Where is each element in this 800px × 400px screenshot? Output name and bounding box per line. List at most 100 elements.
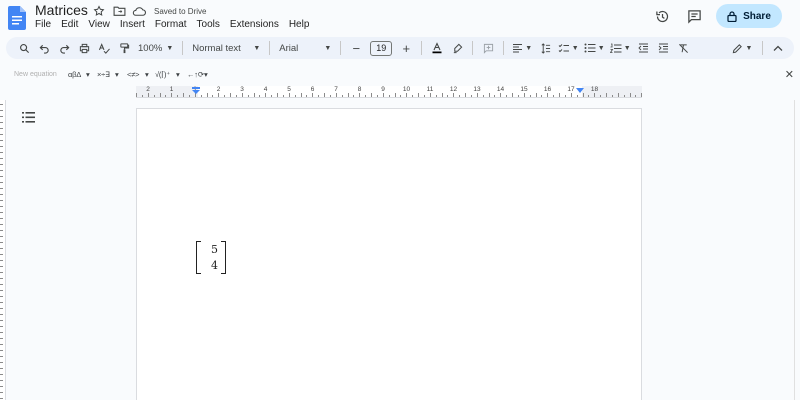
ruler-tick [0,104,3,105]
ruler-tick [406,93,408,97]
spellcheck-icon[interactable] [94,39,114,57]
right-indent-marker[interactable] [576,87,584,94]
ruler-number: 16 [543,86,552,93]
search-menus-icon[interactable] [14,39,34,57]
ruler-tick [0,314,3,315]
menu-file[interactable]: File [35,19,55,30]
increase-indent-icon[interactable] [653,39,673,57]
ruler-tick [629,93,631,97]
vertical-ruler[interactable] [0,100,6,400]
menu-help[interactable]: Help [289,19,314,30]
ruler-number: 17 [567,86,575,93]
ruler-tick [0,362,3,363]
font-select[interactable]: Arial ▼ [275,39,335,57]
menu-edit[interactable]: Edit [61,19,82,30]
decrease-font-size-icon[interactable]: − [346,39,366,57]
redo-icon[interactable] [54,39,74,57]
checklist-icon[interactable]: ▼ [555,39,581,57]
ruler-tick [136,93,137,97]
close-icon[interactable]: ✕ [785,68,794,81]
clear-formatting-icon[interactable] [673,39,693,57]
ruler-tick [388,95,390,97]
editing-mode-icon[interactable]: ▼ [727,39,757,57]
matrix-entry: 4 [211,259,218,272]
version-history-icon[interactable] [652,6,672,26]
text-color-icon[interactable] [427,39,447,57]
increase-font-size-icon[interactable]: + [396,39,416,57]
ruler-tick [0,224,3,225]
ruler-tick [476,93,478,97]
misc-operations-menu[interactable]: ×÷∃ [97,70,110,79]
menu-bar: File Edit View Insert Format Tools Exten… [35,19,319,30]
toolbar-divider [340,41,342,55]
undo-icon[interactable] [34,39,54,57]
cloud-saved-icon[interactable] [132,4,146,18]
ruler-tick [453,93,455,97]
equation-toolbar: New equation αβΔ ▾ ×÷∃ ▾ <≠> ▾ √(⌈)⁺ ▾ ←… [0,65,800,85]
decrease-indent-icon[interactable] [633,39,653,57]
paint-format-icon[interactable] [114,39,134,57]
menu-format[interactable]: Format [155,19,191,30]
ruler-tick [0,146,3,147]
align-left-icon[interactable]: ▼ [509,39,535,57]
new-equation-button[interactable]: New equation [14,71,57,78]
ruler-tick [0,284,3,285]
menu-tools[interactable]: Tools [197,19,224,30]
ruler-tick [500,93,502,97]
ruler-tick [0,206,3,207]
ruler-tick [0,392,3,393]
ruler-number: 8 [357,86,362,93]
ruler-number: 2 [216,86,221,93]
left-indent-marker[interactable] [192,87,200,94]
relations-menu[interactable]: <≠> [127,70,139,79]
ruler-tick [288,93,290,97]
ruler-tick [418,93,419,97]
toolbar-divider [269,41,271,55]
document-title[interactable]: Matrices [35,2,88,18]
comments-icon[interactable] [684,6,704,26]
chevron-down-icon: ▾ [115,70,119,79]
ruler-tick [141,95,143,97]
ruler-tick [235,95,237,97]
ruler-tick [277,93,278,97]
scrollbar[interactable] [794,100,800,400]
move-folder-icon[interactable] [112,4,126,18]
ruler-number: 12 [449,86,458,93]
print-icon[interactable] [74,39,94,57]
bulleted-list-icon[interactable]: ▼ [581,39,607,57]
ruler-tick [0,308,3,309]
left-bracket [196,241,201,274]
matrix-equation[interactable]: 5 4 [196,241,226,275]
ruler-tick [641,93,643,97]
docs-logo-icon[interactable] [8,6,26,30]
ruler-tick [541,95,543,97]
ruler-tick [0,338,3,339]
line-spacing-icon[interactable] [535,39,555,57]
ruler-number: 10 [402,86,411,93]
highlight-color-icon[interactable] [447,39,467,57]
style-select[interactable]: Normal text ▼ [188,39,264,57]
menu-insert[interactable]: Insert [120,19,149,30]
chevron-down-icon: ▼ [166,44,174,52]
document-outline-icon[interactable] [22,112,35,123]
font-size-input[interactable]: 19 [370,40,393,56]
greek-letters-menu[interactable]: αβΔ [68,70,81,79]
menu-view[interactable]: View [88,19,114,30]
star-icon[interactable] [92,4,106,18]
hide-menus-icon[interactable] [768,39,788,57]
insert-comment-icon[interactable] [478,39,498,57]
numbered-list-icon[interactable]: ▼ [607,39,633,57]
zoom-select[interactable]: 100% ▼ [134,39,177,57]
arrows-menu[interactable]: ←↑⟳ [187,70,204,79]
horizontal-ruler[interactable]: 2 1 1 2 3 4 5 6 7 8 9 10 11 12 13 14 15 16 17 18 [136,86,643,98]
ruler-tick [0,134,3,135]
chevron-down-icon: ▼ [324,44,332,52]
math-operations-menu[interactable]: √(⌈)⁺ [155,70,170,79]
share-button[interactable]: Share [716,4,782,28]
menu-extensions[interactable]: Extensions [230,19,283,30]
ruler-tick [0,272,3,273]
ruler-tick [382,93,384,97]
ruler-tick [0,140,3,141]
ruler-tick [0,386,3,387]
ruler-tick [606,93,607,97]
